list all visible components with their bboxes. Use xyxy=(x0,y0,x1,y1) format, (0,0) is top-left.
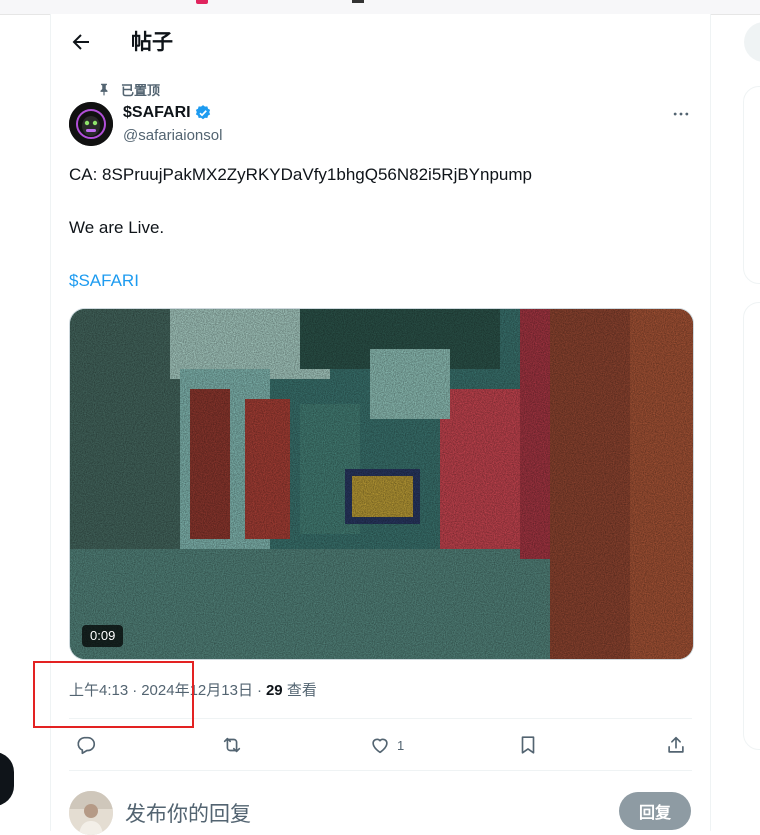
author-handle[interactable]: @safariaionsol xyxy=(123,127,222,144)
page-title: 帖子 xyxy=(131,31,173,54)
bookmark-icon xyxy=(521,736,535,754)
reply-icon xyxy=(77,736,96,755)
reply-button[interactable]: 回复 xyxy=(619,792,691,830)
video-player[interactable]: 0:09 xyxy=(69,308,694,660)
tab-indicator xyxy=(196,0,208,4)
reply-action[interactable] xyxy=(75,732,97,758)
video-thumbnail xyxy=(70,309,693,659)
like-action[interactable]: 1 xyxy=(369,732,404,758)
author-avatar[interactable] xyxy=(69,102,113,146)
page-header: 帖子 xyxy=(51,14,710,72)
user-avatar[interactable] xyxy=(69,791,113,835)
post-text-ca: CA: 8SPruujPakMX2ZyRKYDaVfy1bhgQ56N82i5R… xyxy=(69,165,533,184)
share-action[interactable] xyxy=(665,732,687,758)
cashtag-link[interactable]: $SAFARI xyxy=(69,270,139,292)
bookmark-action[interactable] xyxy=(517,732,539,758)
share-icon xyxy=(668,736,684,753)
divider xyxy=(69,770,692,771)
video-duration: 0:09 xyxy=(82,625,124,647)
author-name[interactable]: $SAFARI xyxy=(123,104,191,122)
back-arrow-icon[interactable] xyxy=(69,30,93,54)
repost-action[interactable] xyxy=(221,732,243,758)
sidebar-card xyxy=(743,86,760,284)
floating-button[interactable] xyxy=(0,752,14,806)
action-bar: 1 xyxy=(69,732,692,758)
sidebar-card xyxy=(743,302,760,750)
pinned-indicator: 已置顶 xyxy=(97,80,160,98)
post-text-live: We are Live. xyxy=(69,218,165,237)
repost-icon xyxy=(223,737,241,753)
author-name-row[interactable]: $SAFARI xyxy=(123,104,212,122)
views-label: 查看 xyxy=(286,682,317,699)
pin-icon xyxy=(100,83,108,96)
more-options-icon[interactable] xyxy=(669,102,693,126)
heart-icon xyxy=(372,738,388,754)
sidebar-search[interactable] xyxy=(744,22,760,62)
views-count: 29 xyxy=(265,682,283,699)
verified-badge-icon xyxy=(195,105,210,120)
browser-top-strip xyxy=(0,0,760,15)
reply-input[interactable]: 发布你的回复 xyxy=(125,798,251,828)
tab-indicator-dark xyxy=(352,0,364,3)
meta-separator: · xyxy=(256,682,262,699)
like-count: 1 xyxy=(397,737,405,753)
highlight-box xyxy=(33,661,194,728)
pinned-label: 已置顶 xyxy=(121,82,161,98)
